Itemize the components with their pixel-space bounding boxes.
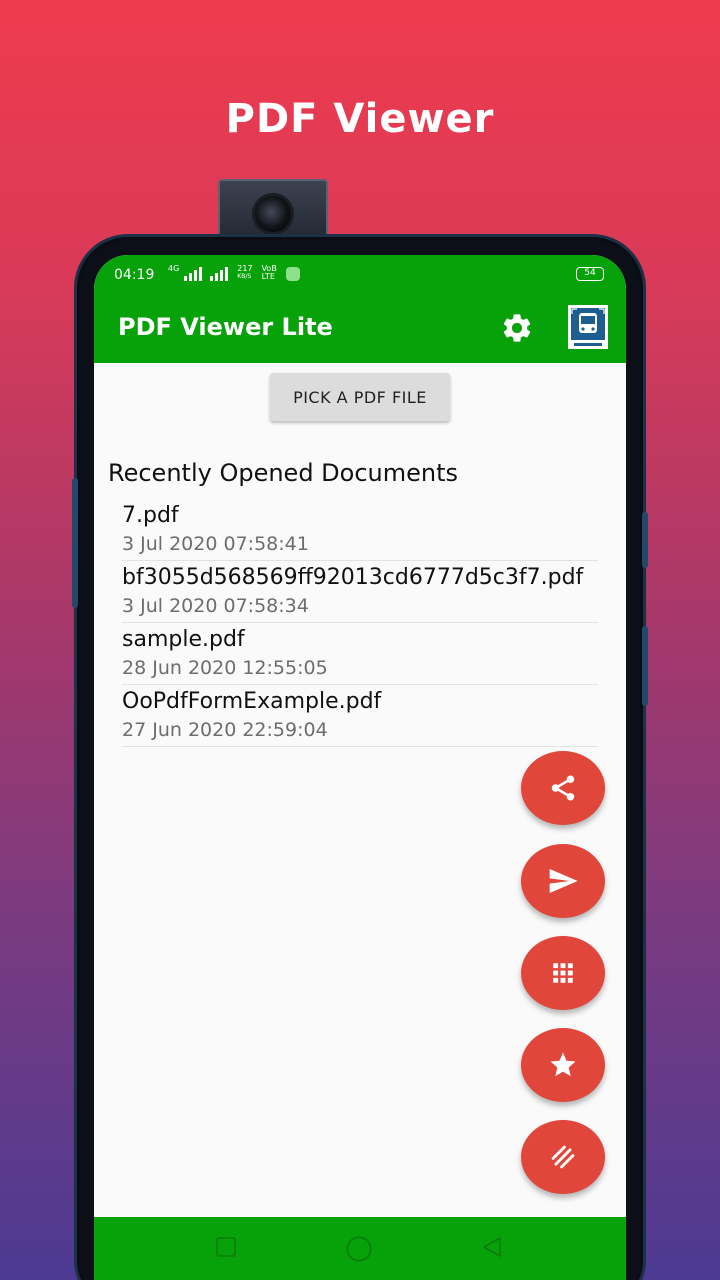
network-speed-value: 217 (237, 264, 253, 273)
recent-documents-title: Recently Opened Documents (108, 459, 459, 487)
notification-icon (285, 267, 300, 281)
status-time: 04:19 (114, 267, 155, 283)
share-icon (551, 775, 575, 801)
back-triangle-icon (483, 1237, 501, 1257)
gear-icon[interactable] (500, 311, 534, 345)
volte-bottom-label: LTE (261, 272, 275, 281)
nav-home-button[interactable] (345, 1235, 373, 1267)
document-name: 7.pdf (122, 503, 179, 528)
document-item[interactable]: bf3055d568569ff92013cd6777d5c3f7.pdf 3 J… (122, 561, 598, 623)
share-button[interactable] (521, 751, 605, 825)
document-item[interactable]: 7.pdf 3 Jul 2020 07:58:41 (122, 499, 598, 561)
document-date: 27 Jun 2020 22:59:04 (122, 719, 328, 741)
document-date: 28 Jun 2020 12:55:05 (122, 657, 328, 679)
app-logo-icon[interactable] (568, 305, 608, 349)
document-name: OoPdfFormExample.pdf (122, 689, 382, 714)
pick-pdf-button[interactable]: PICK A PDF FILE (270, 373, 450, 421)
document-item[interactable]: sample.pdf 28 Jun 2020 12:55:05 (122, 623, 598, 685)
camera-lens (252, 193, 294, 235)
battery-level: 54 (584, 268, 596, 278)
document-name: bf3055d568569ff92013cd6777d5c3f7.pdf (122, 565, 584, 590)
promo-title: PDF Viewer (225, 96, 495, 142)
document-date: 3 Jul 2020 07:58:34 (122, 595, 309, 617)
phone-side-key-left (72, 478, 78, 608)
signal-icon-1 (184, 267, 203, 281)
system-nav-bar (94, 1217, 626, 1280)
circle-icon (346, 1236, 372, 1262)
volte-indicator: VoB LTE (262, 265, 277, 281)
popup-camera (218, 179, 328, 241)
network-speed-unit: KB/S (237, 273, 252, 280)
phone-side-key-right-2 (642, 626, 648, 706)
document-name: sample.pdf (122, 627, 245, 652)
network-type-label: 4G (168, 264, 180, 273)
rate-button[interactable] (521, 1028, 605, 1102)
app-bar: PDF Viewer Lite (94, 289, 626, 363)
phone-screen: 04:19 4G 217 KB/S VoB LTE 54 PDF Viewer … (94, 255, 626, 1280)
status-bar: 04:19 4G 217 KB/S VoB LTE 54 (94, 255, 626, 289)
main-content: PICK A PDF FILE Recently Opened Document… (94, 363, 626, 1217)
phone-side-key-right-1 (642, 512, 648, 568)
square-icon (216, 1237, 236, 1257)
network-speed: 217 KB/S (237, 265, 252, 281)
battery-icon: 54 (576, 267, 604, 281)
document-item[interactable]: OoPdfFormExample.pdf 27 Jun 2020 22:59:0… (122, 685, 598, 747)
app-title: PDF Viewer Lite (118, 313, 333, 341)
send-button[interactable] (521, 844, 605, 918)
apps-button[interactable] (521, 936, 605, 1010)
nav-back-button[interactable] (480, 1235, 504, 1263)
menu-lines-icon (551, 1145, 575, 1169)
menu-button[interactable] (521, 1120, 605, 1194)
signal-icon-2 (210, 267, 229, 281)
document-date: 3 Jul 2020 07:58:41 (122, 533, 309, 555)
status-icons: 4G 217 KB/S VoB LTE (168, 265, 300, 281)
recent-documents-list: 7.pdf 3 Jul 2020 07:58:41 bf3055d568569f… (122, 499, 598, 747)
send-icon (549, 869, 578, 893)
nav-recents-button[interactable] (214, 1235, 238, 1263)
apps-grid-icon (553, 963, 573, 983)
star-icon (550, 1052, 576, 1077)
